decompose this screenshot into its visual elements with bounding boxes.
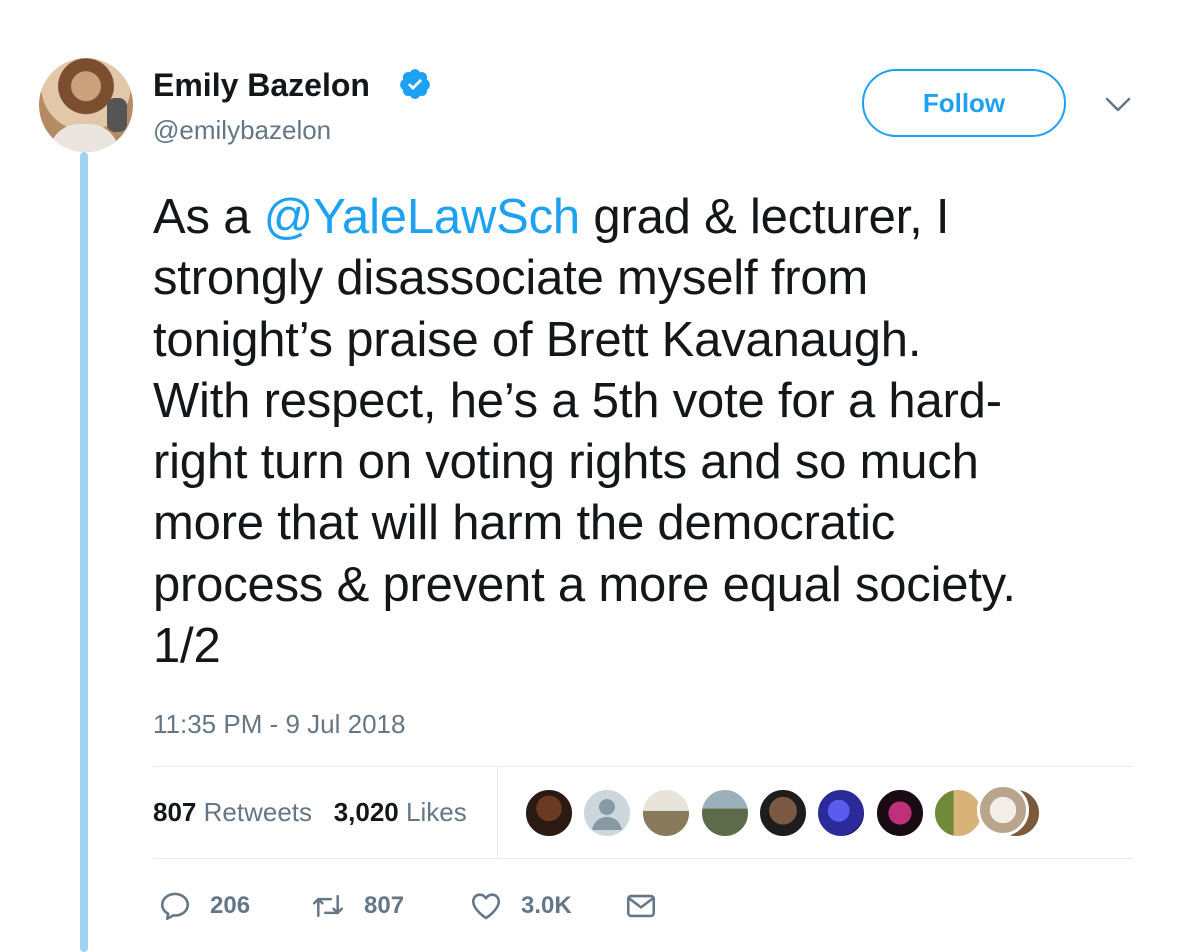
reply-icon xyxy=(160,892,190,921)
likes-label: Likes xyxy=(406,797,467,827)
follow-button[interactable]: Follow xyxy=(862,69,1066,137)
retweet-button[interactable]: 807 xyxy=(310,886,404,926)
thread-line xyxy=(80,152,88,952)
tweet-timestamp[interactable]: 11:35 PM - 9 Jul 2018 xyxy=(153,708,405,740)
liker-avatar-7[interactable] xyxy=(874,787,926,839)
author-handle[interactable]: @emilybazelon xyxy=(153,114,331,146)
avatar-microphone xyxy=(107,98,127,132)
tweet-text-line: right turn on voting rights and so much xyxy=(153,435,979,490)
reply-button[interactable]: 206 xyxy=(158,886,250,926)
tweet-text-line: 1/2 xyxy=(153,619,221,674)
retweet-icon xyxy=(312,895,344,917)
mention-link[interactable]: @YaleLawSch xyxy=(264,190,581,244)
author-avatar[interactable] xyxy=(39,58,133,152)
liker-avatar-5[interactable] xyxy=(757,787,809,839)
like-count: 3.0K xyxy=(521,892,572,919)
like-button[interactable]: 3.0K xyxy=(469,886,572,926)
tweet-text-line: strongly disassociate myself from xyxy=(153,251,869,306)
reply-count: 206 xyxy=(210,892,251,919)
chevron-down-icon[interactable] xyxy=(1104,96,1132,114)
liker-avatar-4[interactable] xyxy=(699,787,751,839)
retweets-stat[interactable]: 807 Retweets xyxy=(153,797,312,827)
liker-avatar-6[interactable] xyxy=(815,787,867,839)
retweets-count: 807 xyxy=(153,797,197,827)
divider xyxy=(153,858,1133,859)
tweet-text-fragment: grad & lecturer, I xyxy=(579,190,950,244)
likes-count: 3,020 xyxy=(333,797,399,827)
liker-avatar-2[interactable] xyxy=(581,787,633,839)
liker-avatar-3[interactable] xyxy=(640,787,692,839)
tweet-text-line: tonight’s praise of Brett Kavanaugh. xyxy=(153,312,922,367)
liker-avatar-1[interactable] xyxy=(523,787,575,839)
divider xyxy=(153,766,1133,767)
tweet-text-line: more that will harm the democratic xyxy=(153,496,896,551)
likes-stat[interactable]: 3,020 Likes xyxy=(334,797,467,827)
author-name[interactable]: Emily Bazelon xyxy=(153,66,370,104)
retweets-label: Retweets xyxy=(203,797,313,827)
divider xyxy=(497,766,498,858)
tweet-text-line: process & prevent a more equal society. xyxy=(153,557,1016,612)
tweet-text-fragment: As a xyxy=(153,190,264,244)
direct-message-button[interactable] xyxy=(624,886,676,926)
default-avatar-icon xyxy=(592,799,622,830)
liker-avatar-10[interactable] xyxy=(977,784,1029,836)
tweet-text-line: With respect, he’s a 5th vote for a hard… xyxy=(153,373,1002,428)
heart-icon xyxy=(471,893,501,920)
tweet-text-line: As a @YaleLawSch grad & lecturer, I xyxy=(153,187,1163,248)
tweet-stats: 807 Retweets 3,020 Likes xyxy=(153,796,467,828)
verified-badge-icon xyxy=(400,69,430,99)
envelope-icon xyxy=(626,894,656,918)
tweet-text: As a @YaleLawSch grad & lecturer, I stro… xyxy=(153,187,1163,677)
retweet-count: 807 xyxy=(364,892,405,919)
